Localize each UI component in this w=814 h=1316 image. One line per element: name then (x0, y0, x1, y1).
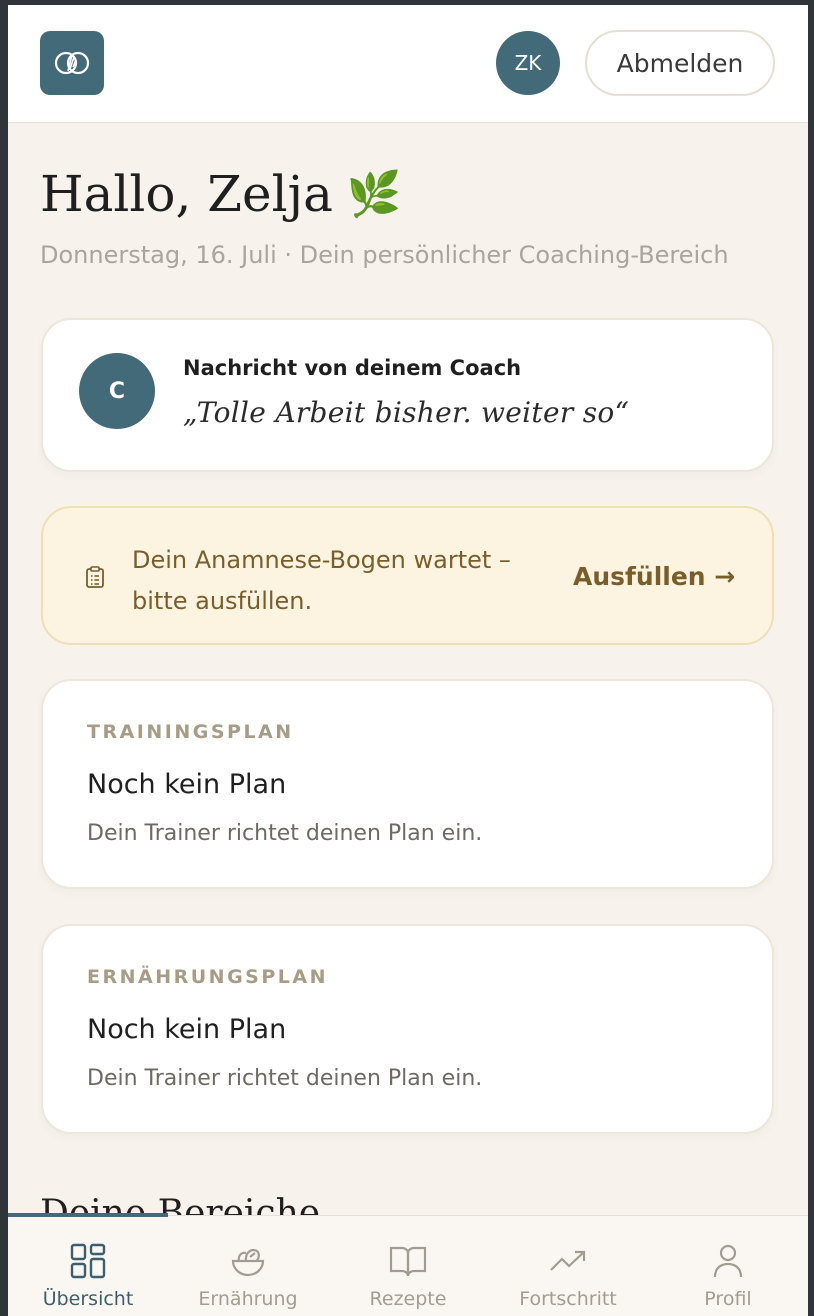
intersecting-circles-icon (54, 51, 90, 75)
app-screen: ZK Abmelden Hallo, Zelja 🌿 Donnerstag, 1… (8, 5, 808, 1316)
anamnesis-alert[interactable]: Dein Anamnese-Bogen wartet – bitte ausfü… (41, 506, 774, 645)
nav-item-recipes[interactable]: Rezepte (328, 1216, 488, 1316)
app-logo[interactable] (40, 31, 104, 95)
coach-message-text: „Tolle Arbeit bisher. weiter so“ (183, 396, 630, 429)
page-subtitle: Donnerstag, 16. Juli · Dein persönlicher… (40, 241, 729, 269)
greeting-text: Hallo, Zelja (40, 165, 333, 223)
anamnesis-alert-text: Dein Anamnese-Bogen wartet – bitte ausfü… (132, 546, 511, 615)
fill-out-link[interactable]: Ausfüllen → (573, 562, 735, 591)
plan-label: TRAININGSPLAN (87, 721, 294, 743)
logout-button[interactable]: Abmelden (585, 30, 775, 96)
user-icon (713, 1244, 743, 1278)
nav-item-overview[interactable]: Übersicht (8, 1216, 168, 1316)
nav-label: Übersicht (42, 1288, 134, 1310)
page-title: Hallo, Zelja 🌿 (40, 165, 402, 223)
leaf-emoji: 🌿 (346, 169, 402, 220)
clipboard-icon (86, 566, 104, 588)
bottom-nav: Übersicht Ernährung Rezepte Fortschritt … (8, 1213, 808, 1316)
nav-item-nutrition[interactable]: Ernährung (168, 1216, 328, 1316)
grid-icon (70, 1243, 106, 1279)
coach-message-title: Nachricht von deinem Coach (183, 356, 522, 380)
nav-item-progress[interactable]: Fortschritt (488, 1216, 648, 1316)
nav-label: Ernährung (198, 1288, 298, 1310)
nav-label: Profil (704, 1288, 752, 1310)
plan-title: Noch kein Plan (87, 769, 287, 800)
training-plan-card[interactable]: TRAININGSPLAN Noch kein Plan Dein Traine… (41, 679, 774, 889)
nutrition-plan-card[interactable]: ERNÄHRUNGSPLAN Noch kein Plan Dein Train… (41, 924, 774, 1134)
trending-up-icon (550, 1250, 586, 1271)
nav-item-profile[interactable]: Profil (648, 1216, 808, 1316)
user-avatar[interactable]: ZK (496, 31, 560, 95)
coach-message-card: C Nachricht von deinem Coach „Tolle Arbe… (41, 318, 774, 472)
plan-description: Dein Trainer richtet deinen Plan ein. (87, 1066, 483, 1091)
open-book-icon (389, 1246, 427, 1277)
plan-title: Noch kein Plan (87, 1014, 287, 1045)
nav-label: Rezepte (369, 1288, 447, 1310)
salad-bowl-icon (231, 1249, 265, 1277)
top-bar: ZK Abmelden (8, 5, 808, 123)
plan-label: ERNÄHRUNGSPLAN (87, 966, 328, 988)
coach-avatar: C (79, 353, 155, 429)
plan-description: Dein Trainer richtet deinen Plan ein. (87, 821, 483, 846)
nav-label: Fortschritt (519, 1288, 617, 1310)
